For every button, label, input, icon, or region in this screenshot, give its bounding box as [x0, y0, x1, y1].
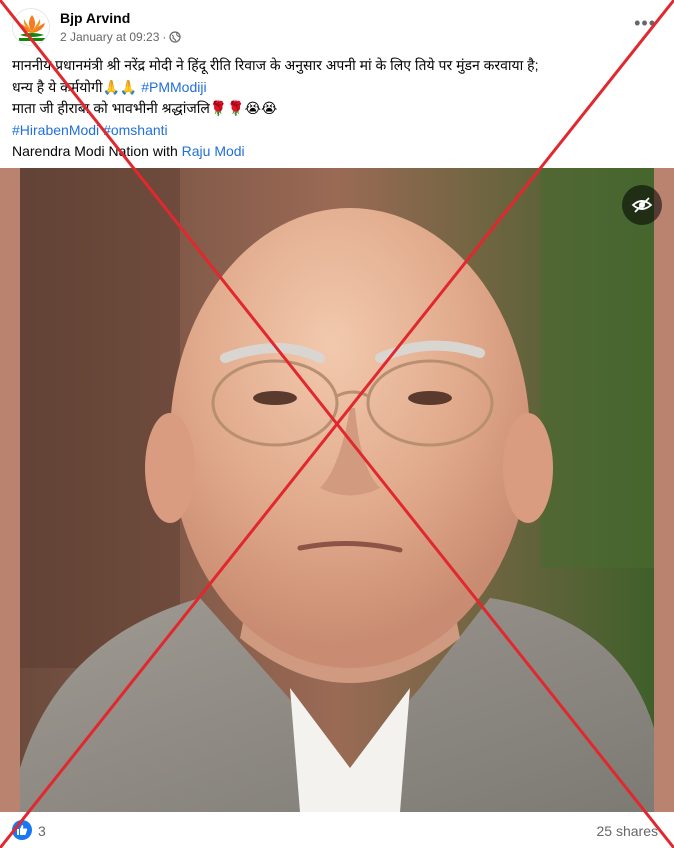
author-avatar[interactable] — [12, 8, 50, 46]
post-footer: 3 25 shares — [0, 812, 674, 848]
post-photo[interactable] — [20, 168, 654, 812]
page-name[interactable]: Narendra Modi Nation with — [12, 143, 182, 159]
hashtag-hirabenmodi[interactable]: #HirabenModi — [12, 122, 99, 138]
post-photo-container[interactable] — [0, 168, 674, 812]
shares-count[interactable]: 25 shares — [597, 823, 658, 839]
meta-separator: · — [162, 30, 167, 44]
post-header: Bjp Arvind 2 January at 09:23 · ••• — [0, 0, 674, 52]
caption-hashtags: #HirabenModi #omshanti — [12, 120, 662, 142]
post-meta: 2 January at 09:23 · — [60, 30, 182, 44]
post-caption: माननीय प्रधानमंत्री श्री नरेंद्र मोदी ने… — [12, 55, 662, 163]
caption-line-2: धन्य है ये कर्मयोगी🙏🙏 #PMModiji — [12, 77, 662, 99]
facebook-post: Bjp Arvind 2 January at 09:23 · ••• मानन… — [0, 0, 674, 848]
caption-with-line: Narendra Modi Nation with Raju Modi — [12, 141, 662, 163]
more-options-icon[interactable]: ••• — [634, 14, 656, 32]
tagged-user-link[interactable]: Raju Modi — [182, 143, 245, 159]
hashtag-pmmodiji[interactable]: #PMModiji — [141, 79, 206, 95]
caption-line-2-text: धन्य है ये कर्मयोगी🙏🙏 — [12, 78, 142, 95]
caption-line-3: माता जी हीराबा को भावभीनी श्रद्धांजलि🌹🌹😭… — [12, 100, 278, 116]
lotus-logo-icon — [13, 9, 49, 45]
caption-line-1: माननीय प्रधानमंत्री श्री नरेंद्र मोदी ने… — [12, 57, 539, 73]
author-name[interactable]: Bjp Arvind — [60, 10, 130, 26]
eye-slash-icon[interactable] — [622, 185, 662, 225]
like-icon[interactable] — [12, 820, 32, 840]
globe-icon — [169, 31, 182, 43]
reaction-count[interactable]: 3 — [38, 823, 46, 839]
post-timestamp[interactable]: 2 January at 09:23 — [60, 30, 159, 44]
hashtag-omshanti[interactable]: #omshanti — [103, 122, 168, 138]
